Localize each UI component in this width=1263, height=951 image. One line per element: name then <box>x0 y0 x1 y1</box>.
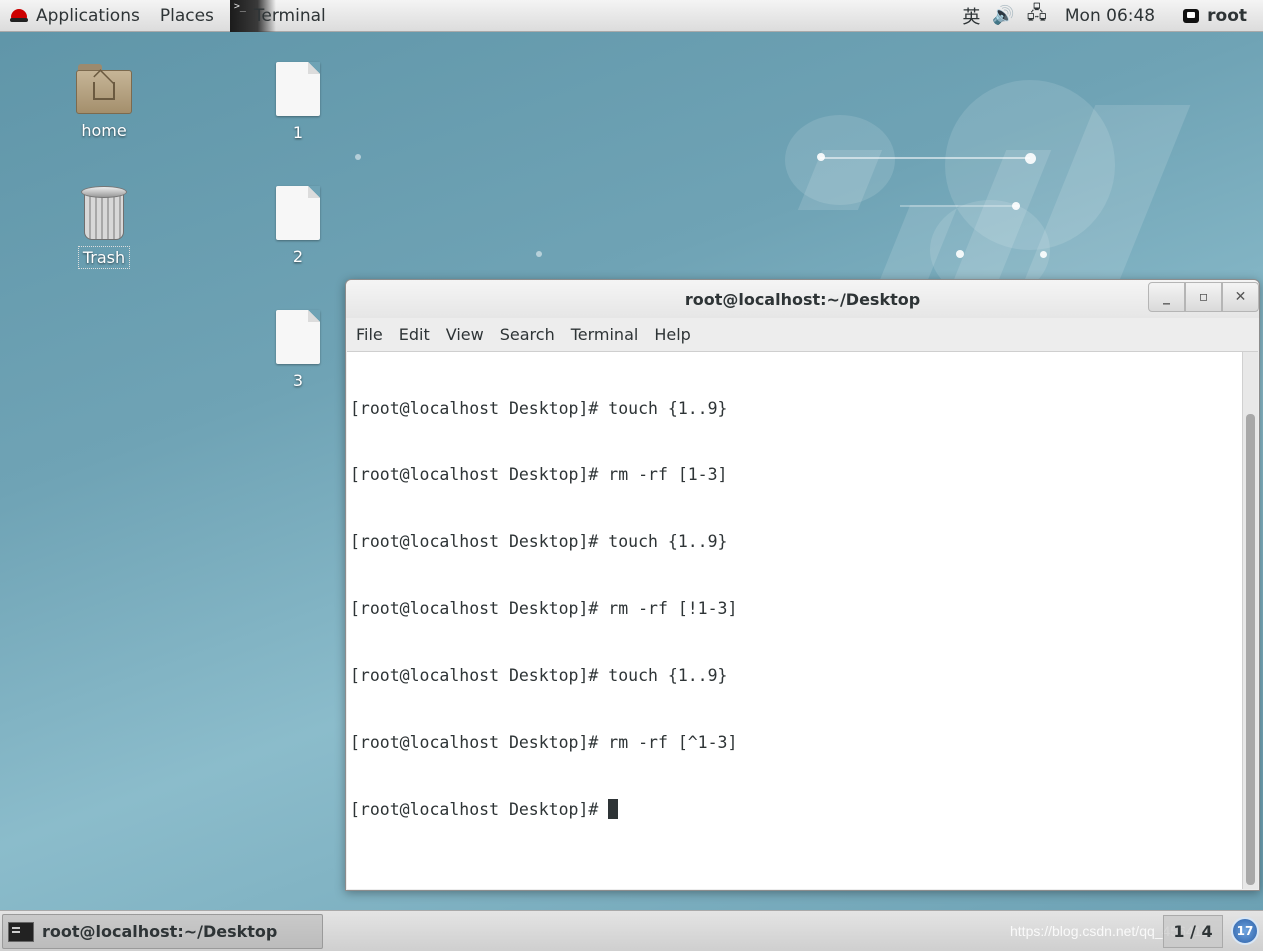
menu-search[interactable]: Search <box>492 325 563 344</box>
desktop-icon-file-2[interactable]: 2 <box>258 186 338 267</box>
terminal-icon <box>8 921 34 942</box>
terminal-line: [root@localhost Desktop]# touch {1..9} <box>350 666 728 686</box>
home-label: home <box>81 121 127 140</box>
maximize-button[interactable]: ▫ <box>1185 282 1222 312</box>
user-menu[interactable]: root <box>1183 6 1247 26</box>
places-menu[interactable]: Places <box>150 0 224 32</box>
desktop-icon-file-1[interactable]: 1 <box>258 62 338 143</box>
home-folder-icon <box>76 62 132 114</box>
window-titlebar[interactable]: root@localhost:~/Desktop _ ▫ ✕ <box>346 280 1259 318</box>
close-button[interactable]: ✕ <box>1222 282 1259 312</box>
places-label: Places <box>159 5 214 26</box>
menu-edit[interactable]: Edit <box>391 325 438 344</box>
user-icon <box>1183 8 1200 23</box>
applications-label: Applications <box>36 5 140 26</box>
terminal-app-label: Terminal <box>253 5 326 26</box>
bottom-panel: root@localhost:~/Desktop https://blog.cs… <box>0 910 1263 951</box>
applications-menu[interactable]: Applications <box>0 0 150 32</box>
terminal-app-menu[interactable]: >_ Terminal <box>229 0 336 32</box>
menu-terminal[interactable]: Terminal <box>563 325 647 344</box>
file-label: 1 <box>292 123 304 142</box>
redhat-logo-icon <box>10 7 28 25</box>
minimize-button[interactable]: _ <box>1148 282 1185 312</box>
clock[interactable]: Mon 06:48 <box>1065 6 1155 26</box>
minimize-icon: _ <box>1163 289 1170 305</box>
trash-label: Trash <box>77 246 131 269</box>
file-label: 3 <box>292 371 304 390</box>
terminal-line: [root@localhost Desktop]# touch {1..9} <box>350 398 728 418</box>
text-cursor <box>608 798 619 819</box>
file-icon <box>276 310 320 364</box>
desktop-icon-home[interactable]: home <box>64 62 144 141</box>
window-title: root@localhost:~/Desktop <box>684 289 921 309</box>
file-icon <box>276 62 320 116</box>
menu-view[interactable]: View <box>438 325 492 344</box>
taskbar-item-label: root@localhost:~/Desktop <box>42 922 278 941</box>
workspace-switcher[interactable]: 1 / 4 <box>1163 915 1223 948</box>
close-icon: ✕ <box>1234 289 1247 305</box>
terminal-scrollbar[interactable] <box>1242 352 1258 889</box>
terminal-prompt: [root@localhost Desktop]# <box>350 799 609 819</box>
desktop-icon-file-3[interactable]: 3 <box>258 310 338 391</box>
input-method-indicator[interactable]: 英 <box>962 3 980 29</box>
trash-icon <box>81 186 127 240</box>
terminal-line: [root@localhost Desktop]# rm -rf [^1-3] <box>350 733 738 753</box>
terminal-line: [root@localhost Desktop]# rm -rf [!1-3] <box>350 599 738 619</box>
file-icon <box>276 186 320 240</box>
terminal-menubar: File Edit View Search Terminal Help <box>346 318 1259 351</box>
volume-icon[interactable]: 🔊 <box>992 5 1014 26</box>
terminal-window: root@localhost:~/Desktop _ ▫ ✕ File Edit… <box>345 279 1260 891</box>
top-panel: Applications Places >_ Terminal 英 🔊 🖧 Mo… <box>0 0 1263 32</box>
terminal-output[interactable]: [root@localhost Desktop]# touch {1..9} [… <box>347 351 1258 889</box>
maximize-icon: ▫ <box>1198 289 1209 305</box>
taskbar-item-terminal[interactable]: root@localhost:~/Desktop <box>2 914 323 949</box>
file-label: 2 <box>292 247 304 266</box>
menu-file[interactable]: File <box>348 325 391 344</box>
menu-help[interactable]: Help <box>646 325 698 344</box>
scrollbar-thumb[interactable] <box>1246 414 1255 885</box>
terminal-prompt-line: [root@localhost Desktop]# <box>350 798 1258 821</box>
user-name: root <box>1207 5 1247 26</box>
terminal-line: [root@localhost Desktop]# touch {1..9} <box>350 532 728 552</box>
desktop-icon-trash[interactable]: Trash <box>64 186 144 269</box>
terminal-line: [root@localhost Desktop]# rm -rf [1-3] <box>350 465 728 485</box>
notification-icon[interactable]: 17 <box>1231 917 1259 945</box>
network-icon[interactable]: 🖧 <box>1027 1 1047 31</box>
